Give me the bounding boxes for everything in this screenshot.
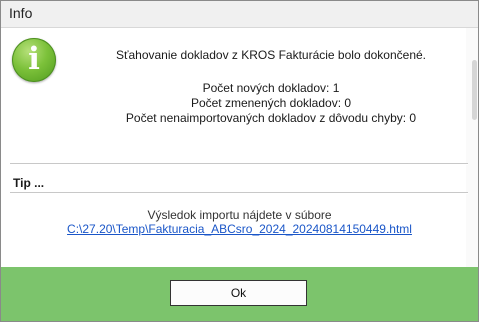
not-imported-count: Počet nenaimportovaných dokladov z dôvod… — [125, 111, 417, 125]
tip-title: Tip ... — [13, 176, 45, 190]
window-title: Info — [9, 5, 33, 21]
result-file-link[interactable]: C:\27.20\Temp\Fakturacia_ABCsro_2024_202… — [1, 222, 478, 236]
scrollbar-thumb[interactable] — [472, 60, 477, 120]
result-text: Výsledok importu nájdete v súbore — [147, 208, 332, 222]
info-glyph: i — [28, 41, 40, 77]
info-dialog: Info i Sťahovanie dokladov z KROS Faktur… — [0, 0, 479, 322]
title-bar[interactable]: Info — [1, 1, 478, 28]
divider-top — [10, 163, 468, 165]
ok-button[interactable]: Ok — [170, 280, 307, 306]
message-heading: Sťahovanie dokladov z KROS Fakturácie bo… — [115, 48, 427, 62]
changed-docs-count: Počet zmenených dokladov: 0 — [190, 96, 352, 110]
new-docs-count: Počet nových dokladov: 1 — [202, 81, 340, 95]
info-icon: i — [12, 38, 56, 82]
divider-tip — [10, 192, 468, 194]
